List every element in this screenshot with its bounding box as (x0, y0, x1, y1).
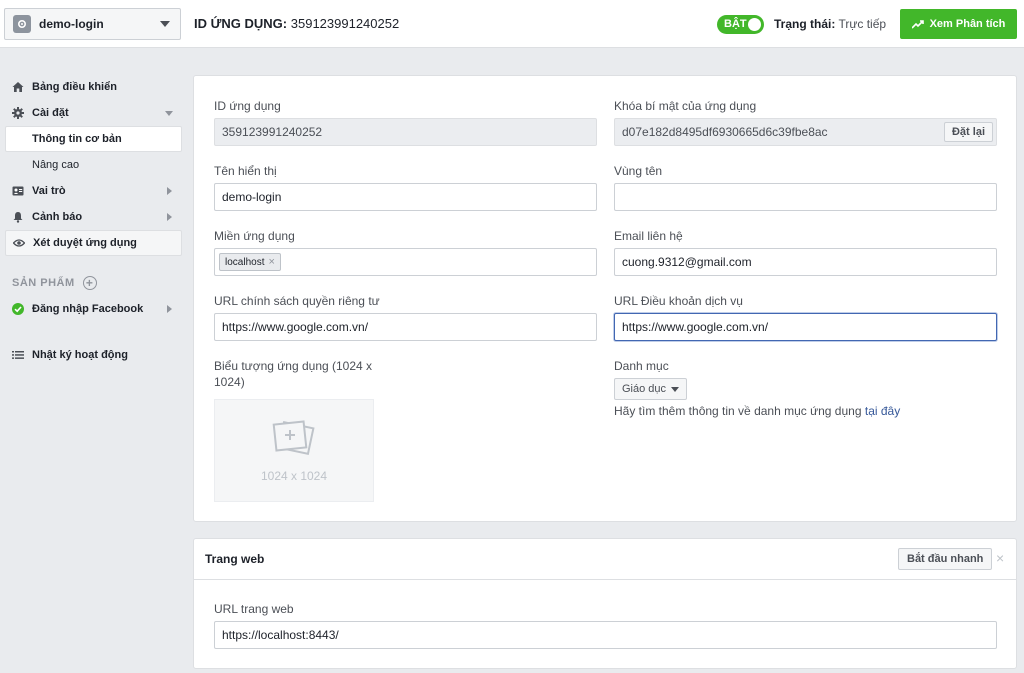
tos-url-label: URL Điều khoản dịch vụ (614, 294, 743, 308)
app-selector[interactable]: demo-login (4, 8, 181, 40)
category-hint: Hãy tìm thêm thông tin về danh mục ứng d… (614, 404, 900, 418)
site-url-field[interactable]: https://localhost:8443/ (214, 621, 997, 649)
sidebar-item-facebook-login[interactable]: Đăng nhập Facebook (0, 296, 182, 322)
chevron-right-icon (167, 305, 172, 313)
privacy-url-field[interactable]: https://www.google.com.vn/ (214, 313, 597, 341)
remove-token-icon[interactable]: × (268, 256, 274, 268)
website-card-title: Trang web (205, 552, 265, 566)
gear-icon (12, 107, 24, 119)
sidebar-item-basic-info[interactable]: Thông tin cơ bản (5, 126, 182, 152)
app-icon-upload[interactable]: 1024 x 1024 (214, 399, 374, 502)
app-icon-label: Biểu tượng ứng dụng (1024 x 1024) (214, 359, 373, 389)
sidebar-item-label: Vai trò (32, 185, 66, 197)
app-secret-label: Khóa bí mật của ứng dụng (614, 99, 757, 113)
chevron-down-icon (160, 21, 170, 27)
sidebar-item-activity-log[interactable]: Nhật ký hoạt động (0, 342, 182, 368)
check-circle-icon (12, 303, 24, 315)
basic-settings-card: ID ứng dụng 359123991240252 Khóa bí mật … (193, 75, 1017, 522)
status-text: Trạng thái: Trực tiếp (774, 17, 886, 31)
products-label: SẢN PHẨM (12, 277, 75, 289)
app-id-display: ID ỨNG DỤNG: 359123991240252 (194, 16, 399, 31)
chevron-down-icon (165, 111, 173, 116)
website-card-header: Trang web Bắt đầu nhanh × (194, 539, 1016, 580)
analytics-label: Xem Phân tích (929, 18, 1006, 30)
app-id-field-value: 359123991240252 (222, 125, 323, 139)
sidebar-item-label: Xét duyệt ứng dụng (33, 237, 137, 249)
sidebar-item-dashboard[interactable]: Bảng điều khiển (0, 74, 182, 100)
category-hint-text: Hãy tìm thêm thông tin về danh mục ứng d… (614, 404, 862, 418)
sidebar-item-settings[interactable]: Cài đặt (0, 100, 182, 126)
live-toggle[interactable]: BẬT (717, 15, 764, 34)
bell-icon (12, 211, 24, 223)
sidebar-item-roles[interactable]: Vai trò (0, 178, 182, 204)
app-secret-value: d07e182d8495df6930665d6c39fbe8ac (622, 125, 828, 139)
app-id-label: ID ỨNG DỤNG: (194, 16, 288, 31)
sidebar-item-label: Nâng cao (32, 159, 80, 171)
category-value: Giáo dục (622, 383, 667, 395)
app-id-value: 359123991240252 (290, 16, 400, 31)
list-icon (12, 349, 24, 361)
app-name: demo-login (39, 17, 104, 31)
quickstart-button[interactable]: Bắt đầu nhanh (898, 548, 993, 570)
site-url-label: URL trang web (214, 602, 294, 616)
caret-down-icon (671, 386, 680, 392)
contact-email-value: cuong.9312@gmail.com (622, 255, 752, 269)
tos-url-field[interactable]: https://www.google.com.vn/ (614, 313, 997, 341)
trend-up-icon (911, 20, 924, 29)
app-id-field-label: ID ứng dụng (214, 99, 281, 113)
namespace-field[interactable] (614, 183, 997, 211)
home-icon (12, 81, 24, 93)
add-product-icon[interactable]: + (82, 276, 97, 290)
domain-token-label: localhost (225, 256, 265, 268)
chevron-right-icon (167, 187, 172, 195)
close-icon[interactable]: × (996, 551, 1004, 565)
sidebar-item-label: Đăng nhập Facebook (32, 303, 144, 315)
category-dropdown[interactable]: Giáo dục (614, 378, 688, 400)
icon-size-placeholder: 1024 x 1024 (260, 468, 328, 483)
view-analytics-button[interactable]: Xem Phân tích (900, 9, 1017, 39)
app-id-field[interactable]: 359123991240252 (214, 118, 597, 146)
status-label: Trạng thái: (774, 17, 836, 31)
sidebar-item-label: Nhật ký hoạt động (32, 349, 128, 361)
contact-email-label: Email liên hệ (614, 229, 683, 243)
eye-icon (13, 237, 25, 249)
privacy-url-label: URL chính sách quyền riêng tư (214, 294, 380, 308)
category-label: Danh mục (614, 359, 669, 373)
contact-email-field[interactable]: cuong.9312@gmail.com (614, 248, 997, 276)
privacy-url-value: https://www.google.com.vn/ (222, 320, 369, 334)
sidebar-item-alerts[interactable]: Cảnh báo (0, 204, 182, 230)
status-value: Trực tiếp (838, 17, 887, 31)
sidebar-item-label: Cài đặt (32, 107, 69, 119)
app-secret-field[interactable]: d07e182d8495df6930665d6c39fbe8ac Đặt lại (614, 118, 997, 146)
sidebar-item-advanced[interactable]: Nâng cao (0, 152, 182, 178)
display-name-field[interactable]: demo-login (214, 183, 597, 211)
sidebar-item-label: Thông tin cơ bản (32, 133, 122, 145)
top-bar: demo-login ID ỨNG DỤNG: 359123991240252 … (0, 0, 1024, 48)
sidebar-item-label: Bảng điều khiển (32, 81, 117, 93)
sidebar: Bảng điều khiển Cài đặt Thông tin cơ bản… (0, 74, 182, 368)
sidebar-item-label: Cảnh báo (32, 211, 83, 223)
domain-token: localhost × (219, 253, 281, 271)
toggle-knob (748, 18, 761, 31)
sidebar-item-app-review[interactable]: Xét duyệt ứng dụng (5, 230, 182, 256)
image-upload-icon (272, 419, 315, 455)
namespace-label: Vùng tên (614, 164, 663, 178)
site-url-value: https://localhost:8443/ (222, 628, 339, 642)
display-name-value: demo-login (222, 190, 282, 204)
website-card: Trang web Bắt đầu nhanh × URL trang web … (193, 538, 1017, 669)
app-domains-field[interactable]: localhost × (214, 248, 597, 276)
category-hint-link[interactable]: tại đây (865, 404, 900, 418)
tos-url-value: https://www.google.com.vn/ (622, 320, 769, 334)
toggle-label: BẬT (724, 18, 747, 30)
products-section-label: SẢN PHẨM + (0, 270, 182, 296)
display-name-label: Tên hiển thị (214, 164, 277, 178)
app-domains-label: Miền ứng dụng (214, 229, 295, 243)
contact-card-icon (12, 185, 24, 197)
app-gear-icon (13, 15, 31, 33)
chevron-right-icon (167, 213, 172, 221)
reset-secret-button[interactable]: Đặt lại (943, 122, 993, 142)
